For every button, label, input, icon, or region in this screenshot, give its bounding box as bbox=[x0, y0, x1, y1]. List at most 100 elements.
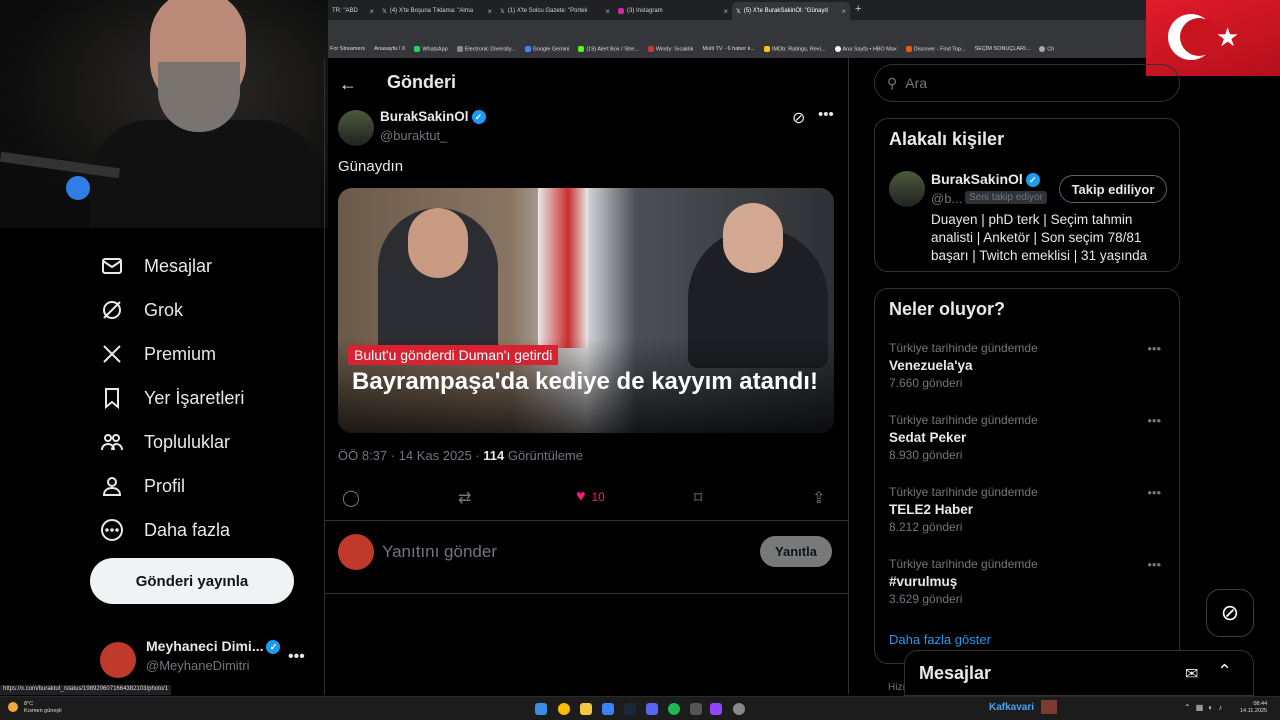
heart-icon: ♥ bbox=[576, 488, 586, 505]
bookmark-item[interactable]: Ana Sayfa • HBO Max bbox=[834, 45, 897, 52]
flag-background bbox=[538, 188, 588, 348]
new-message-icon[interactable]: ✉ bbox=[1185, 664, 1198, 684]
show-more-link[interactable]: Daha fazla göster bbox=[889, 632, 991, 647]
system-tray-icons[interactable]: ⌃▦◐♪ bbox=[1184, 703, 1227, 712]
bookmark-item[interactable]: Google Gemini bbox=[524, 45, 569, 52]
more-icon[interactable]: ••• bbox=[1147, 413, 1161, 428]
x-logo-icon: 𝕏 bbox=[382, 8, 387, 15]
post-button[interactable]: Gönderi yayınla bbox=[90, 558, 294, 604]
sidebar-item-bookmarks[interactable]: Yer İşaretleri bbox=[100, 386, 244, 410]
bookmark-item[interactable]: Discover - Find Top... bbox=[905, 45, 966, 52]
more-circle-icon bbox=[101, 519, 123, 541]
browser-tab[interactable]: TR: "ABD × bbox=[328, 2, 378, 20]
trend-item[interactable]: Türkiye tarihinde gündemde TELE2 Haber 8… bbox=[889, 485, 1169, 534]
grok-floating-button[interactable]: ⊘ bbox=[1206, 589, 1254, 637]
streamer-thumbnail bbox=[1041, 700, 1057, 714]
weather-widget[interactable]: 8°C Kısmen güneşli bbox=[8, 701, 62, 715]
bookmark-item[interactable]: WhatsApp bbox=[414, 45, 448, 52]
x-logo-icon bbox=[103, 345, 121, 363]
back-arrow-icon[interactable]: ← bbox=[339, 74, 357, 95]
more-icon[interactable]: ••• bbox=[818, 106, 834, 123]
epic-games-icon[interactable] bbox=[690, 703, 702, 715]
browser-tab-bar: TR: "ABD × 𝕏 (4) X'te Boşuna Tıklama: "Alm… bbox=[328, 0, 1146, 20]
taskbar-clock[interactable]: 08:44 14.11.2025 bbox=[1240, 701, 1267, 715]
bookmark-item[interactable]: (19) Alert Box / Stre... bbox=[578, 45, 639, 52]
column-divider bbox=[848, 58, 849, 694]
repost-icon[interactable]: ⇄ bbox=[458, 488, 471, 508]
obs-icon[interactable] bbox=[710, 703, 722, 715]
author-avatar[interactable] bbox=[338, 110, 374, 146]
following-button[interactable]: Takip ediliyor bbox=[1059, 175, 1167, 203]
close-tab-icon[interactable]: × bbox=[723, 7, 728, 16]
trend-item[interactable]: Türkiye tarihinde gündemde Sedat Peker 8… bbox=[889, 413, 1169, 462]
close-tab-icon[interactable]: × bbox=[369, 7, 374, 16]
bookmark-item[interactable]: Electronic Diversity... bbox=[456, 45, 516, 52]
new-tab-button[interactable]: + bbox=[855, 3, 861, 15]
related-name-row[interactable]: BurakSakinOl ✓ bbox=[931, 171, 1040, 188]
bookmark-icon[interactable]: ⌑ bbox=[694, 488, 702, 508]
trend-item[interactable]: Türkiye tarihinde gündemde Venezuela'ya … bbox=[889, 341, 1169, 390]
account-switcher[interactable]: Meyhaneci Dimi... ✓ @MeyhaneDimitri ••• bbox=[100, 634, 310, 684]
app-icon[interactable] bbox=[602, 703, 614, 715]
more-icon[interactable]: ••• bbox=[1147, 485, 1161, 500]
bookmark-item[interactable]: Anasayfa / X bbox=[374, 46, 405, 52]
more-icon[interactable]: ••• bbox=[288, 648, 305, 666]
browser-tab[interactable]: (3) Instagram × bbox=[614, 2, 732, 20]
like-button[interactable]: ♥ 10 bbox=[576, 488, 605, 506]
sidebar-item-messages[interactable]: Mesajlar bbox=[100, 254, 212, 278]
spotify-icon[interactable] bbox=[668, 703, 680, 715]
trend-item[interactable]: Türkiye tarihinde gündemde #vurulmuş 3.6… bbox=[889, 557, 1169, 606]
close-tab-icon[interactable]: × bbox=[841, 7, 846, 16]
post-media-image[interactable]: Bulut'u gönderdi Duman'ı getirdi Bayramp… bbox=[338, 188, 834, 433]
account-name-row: Meyhaneci Dimi... ✓ bbox=[146, 638, 281, 655]
close-tab-icon[interactable]: × bbox=[605, 7, 610, 16]
app-icon[interactable] bbox=[733, 703, 745, 715]
author-name-row[interactable]: BurakSakinOl ✓ bbox=[380, 109, 486, 125]
share-icon[interactable]: ⇪ bbox=[812, 488, 825, 508]
bookmark-item[interactable]: For Streamers bbox=[330, 46, 365, 52]
folder-icon[interactable] bbox=[580, 703, 592, 715]
related-bio: Duayen | phD terk | Seçim tahmin analist… bbox=[931, 212, 1148, 263]
bookmark-item[interactable]: SEÇİM SONUÇLARI... bbox=[975, 46, 1031, 52]
bookmark-item[interactable]: Multi TV - 6 haber k... bbox=[703, 46, 755, 52]
avatar bbox=[338, 534, 374, 570]
reply-icon[interactable]: ◯ bbox=[342, 488, 360, 508]
sidebar-item-grok[interactable]: Grok bbox=[100, 298, 183, 322]
steam-icon[interactable] bbox=[624, 703, 636, 715]
chrome-icon[interactable] bbox=[558, 703, 570, 715]
grok-icon[interactable]: ⊘ bbox=[792, 108, 805, 128]
whatsapp-icon bbox=[414, 45, 421, 52]
panel-title: Alakalı kişiler bbox=[889, 129, 1005, 149]
x-logo-icon: 𝕏 bbox=[500, 8, 505, 15]
more-icon[interactable]: ••• bbox=[1147, 557, 1161, 572]
streamer-name: Kafkavari bbox=[989, 702, 1035, 713]
sidebar-item-communities[interactable]: Topluluklar bbox=[100, 430, 230, 454]
bookmark-item[interactable]: Windy: Sıcaklık bbox=[647, 45, 694, 52]
link-status-url: https://x.com/buraktut_/status/198920607… bbox=[0, 685, 172, 695]
reply-button[interactable]: Yanıtla bbox=[760, 536, 832, 567]
browser-tab[interactable]: 𝕏 (1) X'te Solcu Gazete: "Portek × bbox=[496, 2, 614, 20]
messages-drawer[interactable]: Mesajlar ✉ ⌃ bbox=[904, 650, 1254, 696]
browser-tab-active[interactable]: 𝕏 (5) X'te BurakSakinOl: "Günayd × bbox=[732, 2, 850, 20]
start-icon[interactable] bbox=[535, 703, 547, 715]
close-tab-icon[interactable]: × bbox=[487, 7, 492, 16]
expand-icon[interactable]: ⌃ bbox=[1217, 661, 1232, 682]
reply-input[interactable]: Yanıtını gönder bbox=[382, 542, 497, 562]
author-handle[interactable]: @buraktut_ bbox=[380, 128, 447, 143]
grok-icon: ⊘ bbox=[1220, 600, 1240, 625]
sidebar-item-profile[interactable]: Profil bbox=[100, 474, 185, 498]
more-icon[interactable]: ••• bbox=[1147, 341, 1161, 356]
bookmark-item[interactable]: IMDb: Ratings, Revi... bbox=[764, 45, 826, 52]
profile-icon bbox=[102, 477, 122, 496]
sidebar-item-more[interactable]: Daha fazla bbox=[100, 518, 230, 542]
bookmark-item[interactable]: Ch bbox=[1039, 45, 1054, 52]
globe-icon bbox=[1039, 45, 1046, 52]
media-subtitle: Bulut'u gönderdi Duman'ı getirdi bbox=[348, 345, 559, 365]
sidebar-item-premium[interactable]: Premium bbox=[100, 342, 216, 366]
browser-tab[interactable]: 𝕏 (4) X'te Boşuna Tıklama: "Alma × bbox=[378, 2, 496, 20]
avatar[interactable] bbox=[889, 171, 925, 207]
post-meta: ÖÖ 8:37 · 14 Kas 2025 · 114 Görüntüleme bbox=[338, 448, 583, 463]
discord-icon[interactable] bbox=[646, 703, 658, 715]
verified-badge-icon: ✓ bbox=[471, 110, 486, 125]
search-input[interactable]: ⚲ Ara bbox=[874, 64, 1180, 102]
